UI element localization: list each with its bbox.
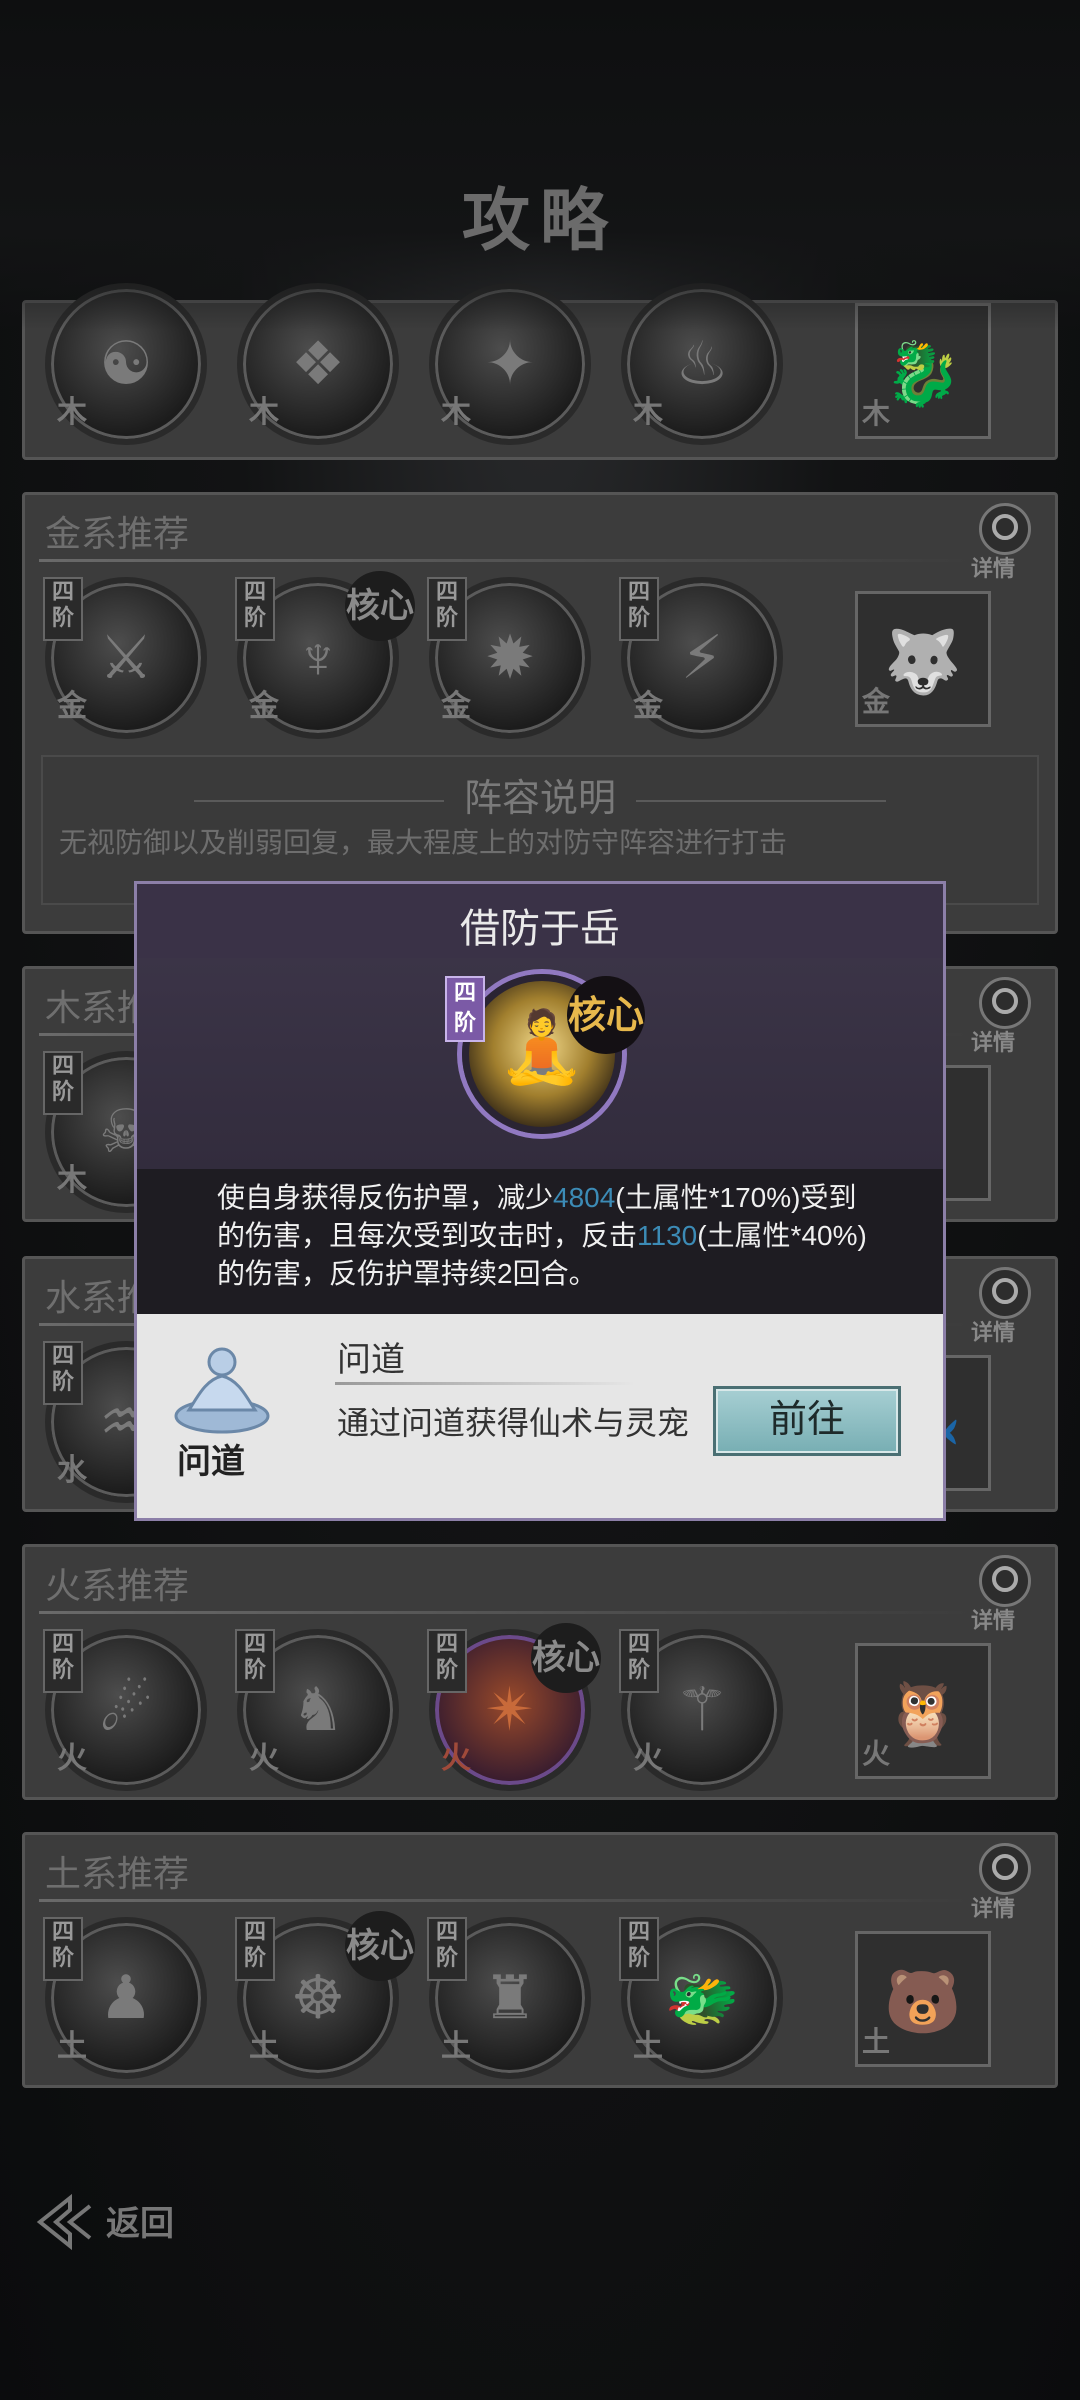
- skill-icon[interactable]: ♟ 四阶土: [43, 1917, 207, 2079]
- source-label: 问道: [177, 1443, 245, 1481]
- skill-icon[interactable]: ⚚ 四阶火: [619, 1629, 783, 1791]
- divider: [39, 1611, 975, 1614]
- go-button[interactable]: 前往: [713, 1386, 901, 1456]
- tier-badge: 四阶: [235, 1629, 275, 1693]
- tier-badge: 四阶: [43, 577, 83, 641]
- value-highlight: 4804: [553, 1182, 616, 1213]
- core-badge: 核心: [567, 976, 645, 1054]
- detail-button[interactable]: 详情: [971, 1555, 1041, 1635]
- source-section: 问道 问道 通过问道获得仙术与灵宠 前往: [137, 1314, 943, 1518]
- tier-badge: 四阶: [445, 976, 485, 1042]
- skill-icon[interactable]: 🐲 四阶土: [619, 1917, 783, 2079]
- divider: [39, 1899, 975, 1902]
- tier-badge: 四阶: [619, 577, 659, 641]
- tier-badge: 四阶: [235, 577, 275, 641]
- core-badge: 核心: [345, 1911, 415, 1981]
- header: 攻略: [0, 0, 1080, 330]
- popup-title: 借防于岳: [460, 907, 620, 951]
- description-band: 使自身获得反伤护罩，减少4804(土属性*170%)受到的伤害，且每次受到攻击时…: [137, 1169, 943, 1314]
- skill-detail-popup: 借防于岳 🧘 四阶 核心 使自身获得反伤护罩，减少4804(土属性*170%)受…: [134, 881, 946, 1521]
- lineup-title: 阵容说明: [43, 767, 1037, 822]
- detail-button[interactable]: 详情: [971, 503, 1041, 583]
- tier-badge: 四阶: [427, 1917, 467, 1981]
- search-icon: [979, 1267, 1031, 1319]
- skill-description: 使自身获得反伤护罩，减少4804(土属性*170%)受到的伤害，且每次受到攻击时…: [217, 1182, 867, 1289]
- source-description: 通过问道获得仙术与灵宠: [337, 1405, 690, 1441]
- core-badge: 核心: [345, 571, 415, 641]
- page-title: 攻略: [461, 181, 618, 261]
- value-highlight: 1130: [637, 1220, 698, 1251]
- source-name: 问道: [337, 1341, 405, 1379]
- search-icon: [979, 1843, 1031, 1895]
- skill-icon[interactable]: ♞ 四阶火: [235, 1629, 399, 1791]
- group-panel-earth: 土系推荐 详情 ♟ 四阶土 ☸ 四阶土 核心 ♜ 四阶土 🐲 四阶土 🐻 土: [22, 1832, 1058, 2088]
- pet-card[interactable]: 🐺 金: [855, 591, 991, 727]
- skill-icon[interactable]: ⚡ 四阶金: [619, 577, 783, 739]
- skill-icon[interactable]: ⚔ 四阶金: [43, 577, 207, 739]
- group-title: 火系推荐: [45, 1565, 190, 1606]
- back-arrow-icon: [36, 2193, 92, 2251]
- detail-button[interactable]: 详情: [971, 1843, 1041, 1923]
- detail-button[interactable]: 详情: [971, 1267, 1041, 1347]
- group-title: 土系推荐: [45, 1853, 190, 1894]
- tier-badge: 四阶: [619, 1917, 659, 1981]
- tier-badge: 四阶: [427, 577, 467, 641]
- search-icon: [979, 503, 1031, 555]
- pet-card[interactable]: 🦉 火: [855, 1643, 991, 1779]
- group-panel-fire: 火系推荐 详情 ☄ 四阶火 ♞ 四阶火 ✴ 四阶火 核心 ⚚ 四阶火 🦉 火: [22, 1544, 1058, 1800]
- core-badge: 核心: [531, 1623, 601, 1693]
- lineup-text: 无视防御以及削弱回复，最大程度上的对防守阵容进行打击: [59, 827, 788, 858]
- tier-badge: 四阶: [43, 1051, 83, 1115]
- tier-badge: 四阶: [235, 1917, 275, 1981]
- search-icon: [979, 977, 1031, 1029]
- meditation-icon: [167, 1336, 277, 1446]
- tier-badge: 四阶: [43, 1917, 83, 1981]
- tier-badge: 四阶: [43, 1341, 83, 1405]
- tier-badge: 四阶: [619, 1629, 659, 1693]
- skill-icon[interactable]: ☄ 四阶火: [43, 1629, 207, 1791]
- group-panel-metal: 金系推荐 详情 ⚔ 四阶金 ♆ 四阶金 核心 ✹ 四阶金 ⚡ 四阶金 🐺 金 阵容说明 无…: [22, 492, 1058, 934]
- tier-badge: 四阶: [43, 1629, 83, 1693]
- tier-badge: 四阶: [427, 1629, 467, 1693]
- skill-icon[interactable]: ♜ 四阶土: [427, 1917, 591, 2079]
- divider: [335, 1382, 635, 1385]
- search-icon: [979, 1555, 1031, 1607]
- divider: [39, 559, 975, 562]
- popup-header: 借防于岳: [137, 884, 943, 958]
- skill-icon[interactable]: ✹ 四阶金: [427, 577, 591, 739]
- popup-frame: 借防于岳 🧘 四阶 核心 使自身获得反伤护罩，减少4804(土属性*170%)受…: [134, 881, 946, 1521]
- back-label: 返回: [106, 2204, 174, 2244]
- pet-card[interactable]: 🐻 土: [855, 1931, 991, 2067]
- group-title: 金系推荐: [45, 513, 190, 554]
- detail-button[interactable]: 详情: [971, 977, 1041, 1057]
